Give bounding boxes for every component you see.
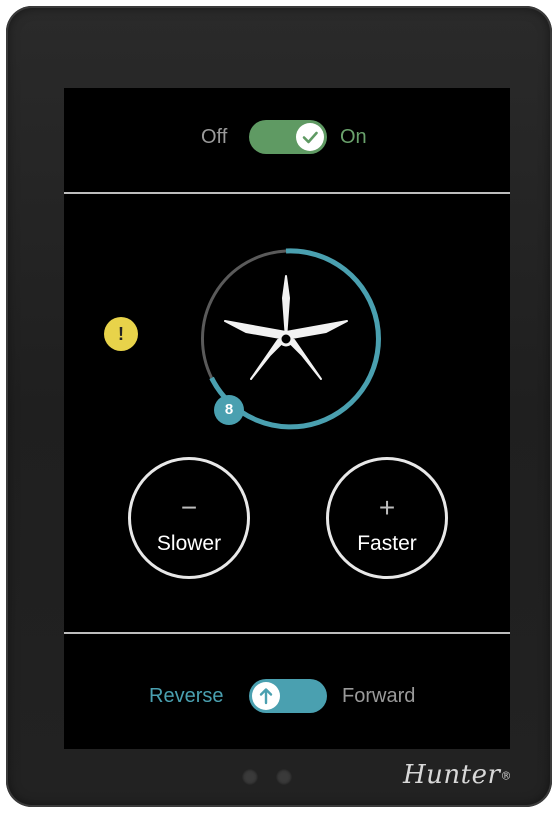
power-toggle-knob	[296, 123, 324, 151]
direction-toggle[interactable]	[249, 679, 327, 713]
forward-label: Forward	[342, 685, 416, 707]
brand-registered-mark: ®	[500, 769, 512, 783]
top-divider	[64, 192, 510, 194]
faster-button[interactable]: + Faster	[326, 457, 448, 579]
fan-blades-icon	[224, 275, 348, 380]
page-dot-2	[276, 769, 292, 785]
brand-name: Hunter	[403, 760, 501, 790]
minus-icon: −	[180, 492, 198, 523]
page-dot-1	[242, 769, 258, 785]
power-on-label: On	[340, 126, 367, 148]
direction-toggle-knob	[252, 682, 280, 710]
reverse-label: Reverse	[149, 685, 224, 707]
brand-logo: Hunter®	[403, 760, 512, 790]
check-icon	[302, 131, 318, 144]
power-toggle[interactable]	[249, 120, 327, 154]
warning-icon[interactable]: !	[104, 317, 138, 351]
speed-level-badge: 8	[214, 395, 244, 425]
thermostat-device: Off On 8 − Slower + Faster Reverse Forwa…	[6, 6, 552, 807]
plus-icon: +	[378, 492, 396, 523]
dial-track-arc	[201, 249, 287, 379]
slower-label: Slower	[156, 532, 222, 555]
touch-screen: Off On 8 − Slower + Faster Reverse Forwa…	[64, 88, 510, 749]
fan-hub	[278, 331, 294, 347]
faster-label: Faster	[357, 532, 417, 555]
power-off-label: Off	[201, 126, 228, 148]
arrow-up-icon	[259, 688, 273, 705]
slower-button[interactable]: − Slower	[128, 457, 250, 579]
bottom-divider	[64, 632, 510, 634]
